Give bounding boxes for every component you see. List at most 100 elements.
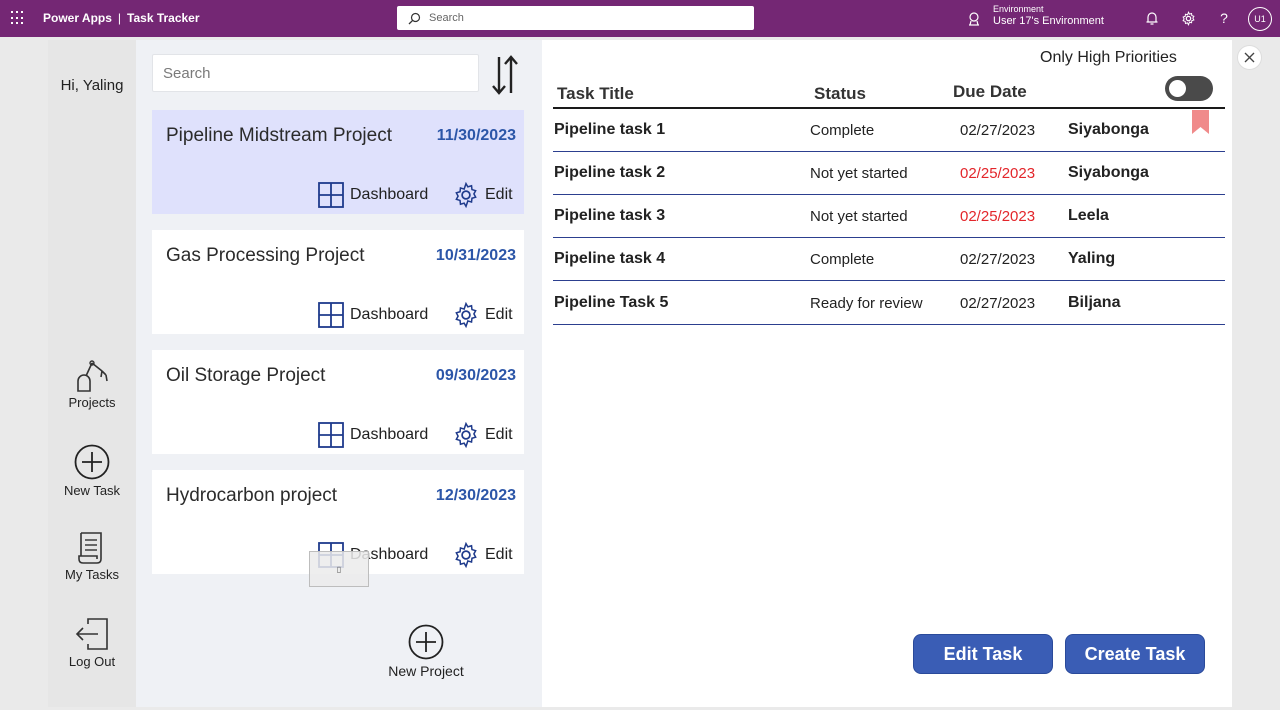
avatar[interactable]: U1 [1248,7,1272,31]
project-panel: Pipeline Midstream Project 11/30/2023 Da… [136,40,542,707]
nav-log-out[interactable]: Log Out [48,616,136,669]
project-date: 12/30/2023 [435,487,516,504]
dashboard-label: Dashboard [350,426,429,443]
edit-project-button[interactable]: Edit [453,542,513,568]
task-owner: Leela [1068,207,1109,224]
new-project-button[interactable]: New Project [336,623,516,679]
project-card[interactable]: Gas Processing Project 10/31/2023 Dashbo… [152,230,524,334]
gear-icon [455,182,477,208]
close-button[interactable] [1237,45,1262,70]
robot-arm-icon [77,360,108,392]
project-name: Oil Storage Project [166,365,326,386]
project-search[interactable] [152,54,479,92]
task-row[interactable]: Pipeline task 2 Not yet started 02/25/20… [553,152,1225,195]
edit-task-button[interactable]: Edit Task [913,634,1053,674]
task-title: Pipeline task 2 [554,164,666,181]
gear-icon [455,422,477,448]
task-due-date: 02/27/2023 [960,122,1036,139]
task-row[interactable]: Pipeline task 1 Complete 02/27/2023 Siya… [553,109,1225,152]
task-due-date: 02/27/2023 [960,251,1036,268]
high-priority-label: Only High Priorities [1040,49,1177,66]
task-title: Pipeline task 3 [554,207,666,224]
task-row[interactable]: Pipeline task 4 Complete 02/27/2023 Yali… [553,238,1225,281]
greeting: Hi, Yaling [60,77,124,94]
dashboard-grid-icon [318,422,344,448]
col-header-title: Task Title [557,84,634,103]
task-title: Pipeline task 4 [554,250,666,267]
dashboard-label: Dashboard [350,186,429,203]
bookmark-icon[interactable] [1192,110,1209,134]
dashboard-grid-icon [318,302,344,328]
task-due-date: 02/25/2023 [960,165,1036,182]
search-icon [408,12,421,25]
environment-name[interactable]: User 17's Environment [993,15,1104,27]
nav-new-task-label: New Task [63,483,121,498]
edit-label: Edit [485,426,513,443]
environment-label: Environment [993,4,1044,14]
edit-label: Edit [485,546,513,563]
edit-label: Edit [485,306,513,323]
project-card[interactable]: Oil Storage Project 09/30/2023 Dashboard… [152,350,524,454]
project-date: 09/30/2023 [435,367,516,384]
dashboard-grid-icon [318,182,344,208]
task-owner: Biljana [1068,294,1121,311]
waffle-icon[interactable] [11,11,25,25]
gear-icon[interactable] [1180,10,1196,26]
nav-log-out-label: Log Out [68,654,116,669]
dashboard-button[interactable]: Dashboard [318,182,428,208]
sort-icon[interactable] [492,54,518,96]
edit-project-button[interactable]: Edit [453,422,513,448]
task-due-date: 02/25/2023 [960,208,1036,225]
project-name: Gas Processing Project [166,245,365,266]
task-owner: Siyabonga [1068,121,1149,138]
plus-circle-icon [74,444,110,480]
task-row[interactable]: Pipeline Task 5 Ready for review 02/27/2… [553,282,1225,325]
close-icon [1244,52,1255,63]
high-priority-toggle[interactable] [1165,76,1213,101]
task-status: Complete [810,122,875,139]
task-title: Pipeline task 1 [554,121,666,138]
global-search[interactable] [397,6,754,30]
sign-out-icon [75,618,108,650]
app-title: Power Apps | Task Tracker [43,11,200,25]
nav-my-tasks-label: My Tasks [65,567,119,582]
task-owner: Siyabonga [1068,164,1149,181]
top-bar: Power Apps | Task Tracker Environment User… [0,0,1280,37]
edit-project-button[interactable]: Edit [453,182,513,208]
gear-icon [455,542,477,568]
task-title: Pipeline Task 5 [554,294,669,311]
project-name: Pipeline Midstream Project [166,125,392,146]
project-date: 11/30/2023 [436,127,516,144]
nav-projects[interactable]: Projects [48,357,136,410]
environment-icon [969,12,979,26]
dashboard-button[interactable]: Dashboard [318,302,428,328]
task-status: Not yet started [810,165,908,182]
title-separator: | [117,11,122,25]
bell-icon[interactable] [1144,10,1160,26]
left-nav: Hi, Yaling Projects New Task My Tasks Lo… [48,40,136,707]
task-row[interactable]: Pipeline task 3 Not yet started 02/25/20… [553,195,1225,238]
dashboard-label: Dashboard [350,306,429,323]
task-owner: Yaling [1068,250,1116,267]
nav-new-task[interactable]: New Task [48,443,136,498]
create-task-button[interactable]: Create Task [1065,634,1205,674]
help-icon[interactable]: ? [1216,10,1232,26]
app-name[interactable]: Power Apps [43,11,112,25]
col-header-status: Status [814,84,866,103]
edit-label: Edit [485,186,513,203]
project-search-input[interactable] [153,55,478,91]
gear-icon [455,302,477,328]
page-name: Task Tracker [127,11,200,25]
nav-my-tasks[interactable]: My Tasks [48,531,136,582]
task-status: Ready for review [810,295,923,312]
task-status: Not yet started [810,208,908,225]
drag-ghost: ▯ [309,551,369,587]
col-header-due: Due Date [953,82,1027,101]
nav-projects-label: Projects [68,395,116,410]
edit-project-button[interactable]: Edit [453,302,513,328]
dashboard-button[interactable]: Dashboard [318,422,428,448]
project-card[interactable]: Pipeline Midstream Project 11/30/2023 Da… [152,110,524,214]
task-due-date: 02/27/2023 [960,295,1036,312]
project-date: 10/31/2023 [435,247,516,264]
global-search-input[interactable] [429,9,729,27]
